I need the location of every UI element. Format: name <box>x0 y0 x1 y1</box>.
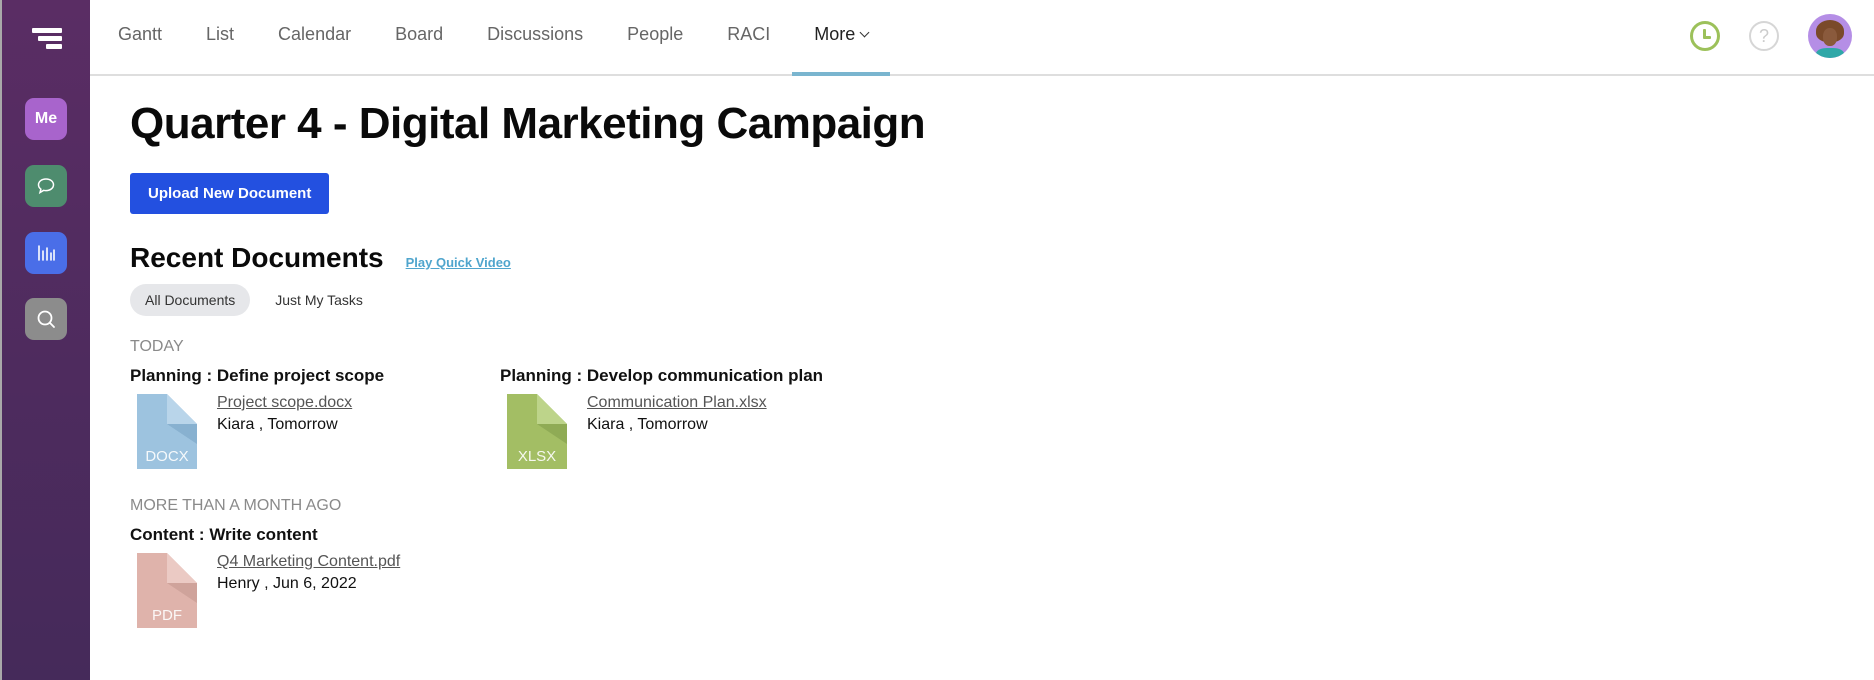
app-root: Me Gantt List Calendar Board Discussions… <box>0 0 1874 680</box>
tab-gantt[interactable]: Gantt <box>118 0 184 76</box>
section-title: Recent Documents <box>130 241 384 273</box>
document-meta: Kiara , Tomorrow <box>587 415 708 433</box>
group-label: TODAY <box>130 337 184 355</box>
filter-all-documents[interactable]: All Documents <box>130 283 251 316</box>
file-type-label: DOCX <box>145 447 189 465</box>
tab-calendar[interactable]: Calendar <box>256 0 373 76</box>
chevron-down-icon <box>859 27 870 38</box>
docx-file-icon[interactable]: DOCX <box>137 393 197 469</box>
tab-discussions[interactable]: Discussions <box>465 0 605 76</box>
task-item: Planning : Develop communication plan XL… <box>500 356 870 469</box>
documents-page: Quarter 4 - Digital Marketing Campaign U… <box>90 76 1874 628</box>
task-group: Content : Write content PDF Q4 Marketing… <box>130 515 1874 628</box>
sidebar: Me <box>0 0 90 680</box>
header-actions: ? <box>1690 14 1852 58</box>
document-item: DOCX Project scope.docx Kiara , Tomorrow <box>130 393 500 469</box>
document-link[interactable]: Communication Plan.xlsx <box>587 394 767 412</box>
app-logo-icon[interactable] <box>30 28 62 50</box>
tab-people[interactable]: People <box>605 0 705 76</box>
task-title: Planning : Define project scope <box>130 365 385 385</box>
main-area: Gantt List Calendar Board Discussions Pe… <box>90 0 1874 680</box>
document-meta: Kiara , Tomorrow <box>217 415 338 433</box>
sidebar-item-reports[interactable] <box>25 232 67 274</box>
document-item: XLSX Communication Plan.xlsx Kiara , Tom… <box>500 393 870 469</box>
help-icon[interactable]: ? <box>1749 21 1779 51</box>
filter-just-my-tasks[interactable]: Just My Tasks <box>260 284 378 316</box>
task-item: Planning : Define project scope DOCX Pro… <box>130 356 500 469</box>
document-link[interactable]: Q4 Marketing Content.pdf <box>217 553 400 571</box>
pdf-file-icon[interactable]: PDF <box>137 552 197 628</box>
play-video-link[interactable]: Play Quick Video <box>406 255 511 270</box>
xlsx-file-icon[interactable]: XLSX <box>507 393 567 469</box>
task-title: Planning : Develop communication plan <box>500 365 824 385</box>
document-link[interactable]: Project scope.docx <box>217 394 352 412</box>
document-item: PDF Q4 Marketing Content.pdf Henry , Jun… <box>130 552 500 628</box>
tab-board[interactable]: Board <box>373 0 465 76</box>
tab-more[interactable]: More <box>792 0 891 76</box>
tab-more-label: More <box>814 24 856 44</box>
sidebar-item-search[interactable] <box>25 298 67 340</box>
clock-icon[interactable] <box>1690 21 1720 51</box>
group-label: MORE THAN A MONTH AGO <box>130 496 342 514</box>
top-nav-bar: Gantt List Calendar Board Discussions Pe… <box>90 0 1874 76</box>
task-item: Content : Write content PDF Q4 Marketing… <box>130 515 500 628</box>
file-type-label: XLSX <box>517 447 557 465</box>
upload-document-button[interactable]: Upload New Document <box>130 172 330 214</box>
avatar[interactable] <box>1808 14 1852 58</box>
document-filters: All Documents Just My Tasks <box>130 283 1874 316</box>
tab-raci[interactable]: RACI <box>705 0 792 76</box>
document-meta: Henry , Jun 6, 2022 <box>217 574 357 592</box>
search-icon <box>37 310 55 328</box>
bar-chart-icon <box>38 245 55 261</box>
sidebar-item-me[interactable]: Me <box>25 98 67 140</box>
task-group: Planning : Define project scope DOCX Pro… <box>130 356 1874 469</box>
file-type-label: PDF <box>152 606 182 624</box>
tab-list[interactable]: List <box>184 0 256 76</box>
view-tabs: Gantt List Calendar Board Discussions Pe… <box>118 0 891 76</box>
me-label: Me <box>34 110 58 127</box>
chat-bubble-icon <box>37 178 55 195</box>
page-title: Quarter 4 - Digital Marketing Campaign <box>130 99 926 148</box>
recent-documents-header: Recent Documents Play Quick Video <box>130 242 1874 274</box>
task-title: Content : Write content <box>130 524 318 544</box>
sidebar-item-discussions[interactable] <box>25 165 67 207</box>
